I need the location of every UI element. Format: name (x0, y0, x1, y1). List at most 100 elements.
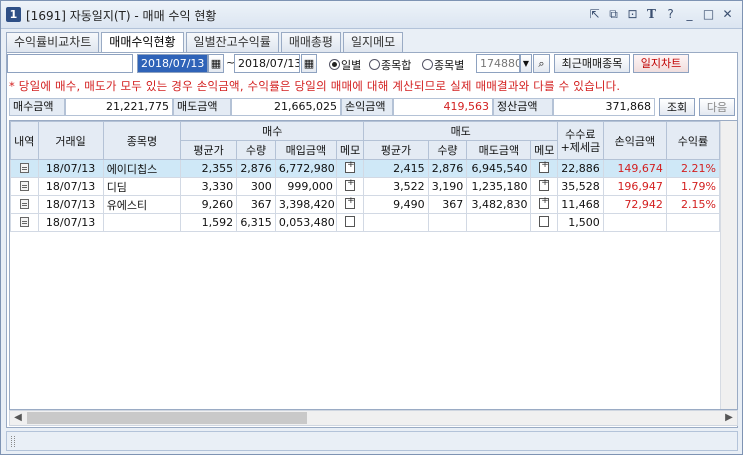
table-row[interactable]: 18/07/13 디딤 3,330 300 999,000 3,522 3,19… (10, 177, 721, 196)
window-number-badge[interactable]: 1 (6, 7, 21, 22)
col-rate[interactable]: 수익률 (665, 121, 721, 160)
grip-icon (11, 436, 15, 447)
col-profit[interactable]: 손익금액 (602, 121, 667, 160)
cell-buy-qty: 2,876 (236, 159, 276, 178)
cell-stock-name: 에이디칩스 (102, 159, 182, 178)
buy-memo-icon[interactable] (335, 213, 365, 232)
sell-memo-icon[interactable] (530, 213, 558, 232)
date-from-input[interactable]: 2018/07/13 (137, 54, 208, 73)
cell-sell-avg (363, 213, 429, 232)
col-sell-memo[interactable]: 메모 (530, 140, 558, 160)
col-sell-qty[interactable]: 수량 (427, 140, 468, 160)
tab-bar: 수익률비교차트 매매수익현황 일별잔고수익률 매매총평 일지메모 (6, 32, 405, 53)
radio-dot-icon (369, 59, 380, 70)
query-button[interactable]: 조회 (659, 98, 695, 116)
tab-trade-profit-status[interactable]: 매매수익현황 (101, 32, 184, 53)
col-buy-avg[interactable]: 평균가 (180, 140, 238, 160)
search-icon[interactable]: ⌕ (533, 54, 550, 73)
radio-by-stock[interactable]: 종목별 (422, 57, 464, 72)
col-buy-amount[interactable]: 매입금액 (274, 140, 337, 160)
scroll-left-icon[interactable]: ◀ (10, 411, 26, 425)
tab-daily-balance-return[interactable]: 일별잔고수익률 (185, 32, 279, 52)
cell-buy-avg: 9,260 (180, 195, 238, 214)
col-group-sell: 매도 (363, 121, 558, 141)
help-icon[interactable]: ? (662, 6, 679, 23)
cell-date: 18/07/13 (37, 177, 104, 196)
calendar-to-icon[interactable]: ▦ (301, 54, 317, 73)
detail-icon[interactable] (10, 213, 39, 232)
settle-amount-value: 371,868 (553, 98, 655, 116)
next-button[interactable]: 다음 (699, 98, 735, 116)
cell-fee: 11,468 (556, 195, 604, 214)
calendar-from-icon[interactable]: ▦ (208, 54, 224, 73)
journal-chart-button[interactable]: 일지차트 (633, 54, 689, 73)
col-buy-qty[interactable]: 수량 (236, 140, 276, 160)
window-icon[interactable]: ⧉ (605, 6, 622, 23)
stock-code-input[interactable]: 174880 (476, 54, 520, 73)
tab-trade-review[interactable]: 매매총평 (280, 32, 341, 52)
col-buy-memo[interactable]: 메모 (335, 140, 365, 160)
sell-amount-value: 21,665,025 (231, 98, 341, 116)
col-fee[interactable]: 수수료 +제세금 (556, 121, 604, 160)
document-icon (19, 199, 29, 209)
cell-fee: 22,886 (556, 159, 604, 178)
title-bar: 1 [1691] 자동일지(T) - 매매 수익 현황 ⇱ ⧉ ⊡ T ? _ … (1, 1, 742, 29)
cell-sell-qty: 2,876 (427, 159, 468, 178)
profit-amount-label: 손익금액 (341, 98, 393, 116)
table-row[interactable]: 18/07/13 에이디칩스 2,355 2,876 6,772,980 2,4… (10, 159, 721, 178)
col-sell-avg[interactable]: 평균가 (363, 140, 429, 160)
app-window: 1 [1691] 자동일지(T) - 매매 수익 현황 ⇱ ⧉ ⊡ T ? _ … (0, 0, 743, 455)
col-date[interactable]: 거래일 (37, 121, 104, 160)
horizontal-scrollbar[interactable]: ◀ ▶ (9, 410, 738, 426)
buy-memo-icon[interactable] (335, 177, 365, 196)
notice-text: * 당일에 매수, 매도가 모두 있는 경우 손익금액, 수익률은 당일의 매매… (9, 79, 621, 93)
cell-buy-avg: 3,330 (180, 177, 238, 196)
cell-profit (602, 213, 667, 232)
lock-icon[interactable]: ⊡ (624, 6, 641, 23)
buy-memo-icon[interactable] (335, 159, 365, 178)
tab-journal-memo[interactable]: 일지메모 (342, 32, 404, 52)
font-icon[interactable]: T (643, 6, 660, 23)
maximize-icon[interactable]: □ (700, 6, 717, 23)
cell-date: 18/07/13 (37, 195, 104, 214)
cell-buy-avg: 1,592 (180, 213, 238, 232)
profit-amount-value: 419,563 (393, 98, 493, 116)
table-row[interactable]: 18/07/13 1,592 6,315 0,053,480 1,500 (10, 213, 721, 232)
cell-buy-amount: 6,772,980 (274, 159, 337, 178)
vertical-scrollbar[interactable] (720, 121, 737, 409)
radio-daily-label: 일별 (341, 59, 362, 72)
stock-dropdown-icon[interactable]: ▼ (520, 54, 532, 73)
status-bar (6, 431, 738, 451)
buy-memo-icon[interactable] (335, 195, 365, 214)
cell-sell-amount: 6,945,540 (466, 159, 532, 178)
memo-add-icon (539, 179, 550, 191)
sell-memo-icon[interactable] (530, 177, 558, 196)
minimize-icon[interactable]: _ (681, 6, 698, 23)
memo-add-icon (345, 197, 356, 209)
account-input[interactable] (7, 54, 133, 73)
date-to-input[interactable]: 2018/07/13 (234, 54, 300, 73)
detail-icon[interactable] (10, 195, 39, 214)
radio-stock-sum[interactable]: 종목합 (369, 57, 411, 72)
detail-icon[interactable] (10, 177, 39, 196)
sell-memo-icon[interactable] (530, 195, 558, 214)
col-detail[interactable]: 내역 (10, 121, 39, 160)
close-icon[interactable]: ✕ (719, 6, 736, 23)
scroll-right-icon[interactable]: ▶ (721, 411, 737, 425)
link-icon[interactable]: ⇱ (586, 6, 603, 23)
scroll-thumb[interactable] (27, 412, 307, 424)
table-row[interactable]: 18/07/13 유에스티 9,260 367 3,398,420 9,490 … (10, 195, 721, 214)
cell-rate (665, 213, 721, 232)
radio-daily[interactable]: 일별 (329, 57, 362, 72)
col-sell-amount[interactable]: 매도금액 (466, 140, 532, 160)
recent-trades-button[interactable]: 최근매매종목 (554, 54, 630, 73)
cell-sell-amount (466, 213, 532, 232)
document-icon (19, 217, 29, 227)
detail-icon[interactable] (10, 159, 39, 178)
col-stock-name[interactable]: 종목명 (102, 121, 182, 160)
tab-return-compare-chart[interactable]: 수익률비교차트 (6, 32, 100, 52)
cell-buy-amount: 3,398,420 (274, 195, 337, 214)
cell-sell-qty (427, 213, 468, 232)
document-icon (19, 163, 29, 173)
sell-memo-icon[interactable] (530, 159, 558, 178)
